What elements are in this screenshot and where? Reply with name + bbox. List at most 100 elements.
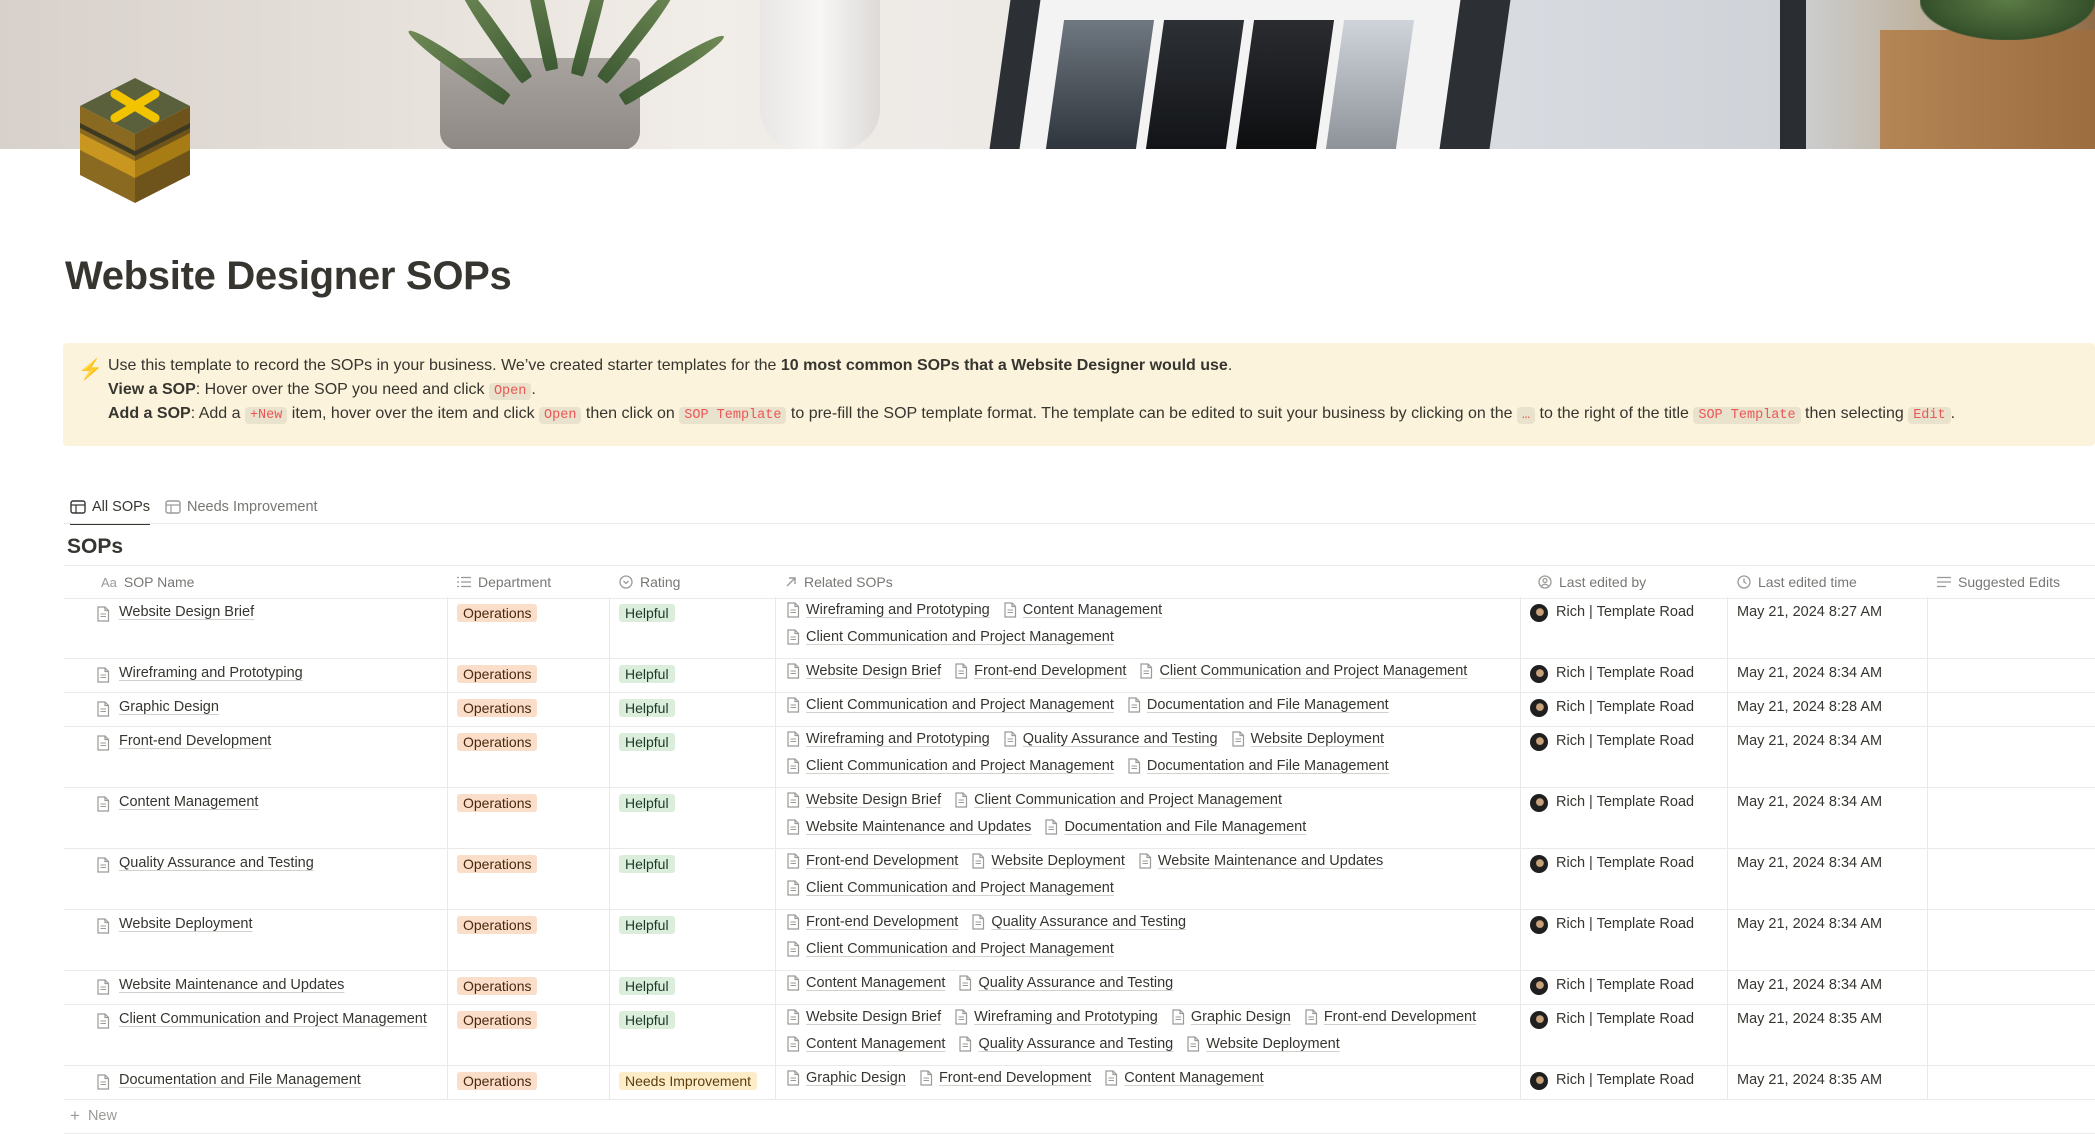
sop-name-cell[interactable]: Quality Assurance and Testing [96,848,446,909]
related-sop-link[interactable]: Website Design Brief [786,792,941,808]
sop-name[interactable]: Website Deployment [119,916,253,932]
department-cell[interactable]: Operations [447,726,609,787]
related-sop-link[interactable]: Website Design Brief [786,663,941,679]
sop-name-cell[interactable]: Wireframing and Prototyping [96,658,446,692]
related-sops-cell[interactable]: Website Design Brief Client Communication… [775,787,1520,848]
table-row[interactable]: Website Deployment Operations Helpful Front… [64,909,2095,971]
related-sops-cell[interactable]: Wireframing and Prototyping Quality Assur… [775,726,1520,787]
sop-name-cell[interactable]: Content Management [96,787,446,848]
sop-name[interactable]: Documentation and File Management [119,1072,361,1088]
related-sop-link[interactable]: Website Deployment [1231,731,1384,747]
related-sops-cell[interactable]: Wireframing and Prototyping Content Manag… [775,597,1520,658]
sop-name-cell[interactable]: Documentation and File Management [96,1065,446,1099]
related-sops-cell[interactable]: Website Design Brief Wireframing and Prot… [775,1004,1520,1065]
department-cell[interactable]: Operations [447,909,609,970]
department-cell[interactable]: Operations [447,848,609,909]
suggested-edits-cell[interactable] [1927,909,2095,970]
related-sop-link[interactable]: Client Communication and Project Managem… [786,629,1114,645]
suggested-edits-cell[interactable] [1927,970,2095,1004]
table-row[interactable]: Wireframing and Prototyping Operations Hel… [64,658,2095,693]
related-sop-link[interactable]: Wireframing and Prototyping [786,602,990,618]
sop-name[interactable]: Client Communication and Project Managem… [119,1011,427,1027]
related-sop-link[interactable]: Client Communication and Project Managem… [786,941,1114,957]
related-sop-link[interactable]: Quality Assurance and Testing [958,1036,1173,1052]
sop-name-cell[interactable]: Website Deployment [96,909,446,970]
related-sop-link[interactable]: Website Maintenance and Updates [786,819,1031,835]
suggested-edits-cell[interactable] [1927,597,2095,658]
sop-name[interactable]: Quality Assurance and Testing [119,855,314,871]
sop-name[interactable]: Wireframing and Prototyping [119,665,303,681]
suggested-edits-cell[interactable] [1927,848,2095,909]
suggested-edits-cell[interactable] [1927,692,2095,726]
department-cell[interactable]: Operations [447,1004,609,1065]
sop-name[interactable]: Website Design Brief [119,604,254,620]
related-sops-cell[interactable]: Content Management Quality Assurance and … [775,970,1520,1004]
table-row[interactable]: Documentation and File Management Operati… [64,1065,2095,1100]
related-sop-link[interactable]: Front-end Development [786,914,958,930]
related-sop-link[interactable]: Documentation and File Management [1127,697,1389,713]
add-new-row-button[interactable]: + New [64,1099,117,1133]
department-cell[interactable]: Operations [447,658,609,692]
related-sop-link[interactable]: Documentation and File Management [1044,819,1306,835]
rating-cell[interactable]: Helpful [609,658,775,692]
related-sop-link[interactable]: Client Communication and Project Managem… [786,758,1114,774]
department-cell[interactable]: Operations [447,970,609,1004]
related-sop-link[interactable]: Front-end Development [919,1070,1091,1086]
related-sop-link[interactable]: Client Communication and Project Managem… [954,792,1282,808]
sop-name-cell[interactable]: Front-end Development [96,726,446,787]
related-sop-link[interactable]: Documentation and File Management [1127,758,1389,774]
column-header-department[interactable]: Department [447,566,607,598]
database-title[interactable]: SOPs [67,535,123,559]
sop-name-cell[interactable]: Client Communication and Project Managem… [96,1004,446,1065]
related-sops-cell[interactable]: Front-end Development Website Deployment W… [775,848,1520,909]
table-row[interactable]: Front-end Development Operations Helpful Wi… [64,726,2095,788]
related-sop-link[interactable]: Graphic Design [786,1070,906,1086]
related-sop-link[interactable]: Quality Assurance and Testing [1003,731,1218,747]
tab-all-sops[interactable]: All SOPs [70,490,151,525]
cover-image[interactable] [0,0,2095,149]
column-header-rating[interactable]: Rating [609,566,775,598]
related-sop-link[interactable]: Website Design Brief [786,1009,941,1025]
rating-cell[interactable]: Helpful [609,1004,775,1065]
related-sop-link[interactable]: Quality Assurance and Testing [958,975,1173,991]
related-sop-link[interactable]: Client Communication and Project Managem… [786,880,1114,896]
sop-name[interactable]: Front-end Development [119,733,271,749]
column-header-last-edited-by[interactable]: Last edited by [1528,566,1728,598]
related-sops-cell[interactable]: Front-end Development Quality Assurance a… [775,909,1520,970]
column-header-suggested-edits[interactable]: Suggested Edits [1927,566,2095,598]
related-sops-cell[interactable]: Website Design Brief Front-end Developmen… [775,658,1520,692]
related-sop-link[interactable]: Graphic Design [1171,1009,1291,1025]
rating-cell[interactable]: Helpful [609,726,775,787]
department-cell[interactable]: Operations [447,597,609,658]
column-header-related-sops[interactable]: Related SOPs [775,566,1515,598]
department-cell[interactable]: Operations [447,692,609,726]
related-sops-cell[interactable]: Graphic Design Front-end Development Conte… [775,1065,1520,1099]
sop-name[interactable]: Website Maintenance and Updates [119,977,344,993]
table-row[interactable]: Quality Assurance and Testing Operations H… [64,848,2095,910]
related-sop-link[interactable]: Content Management [786,975,945,991]
related-sop-link[interactable]: Content Management [1003,602,1162,618]
table-row[interactable]: Client Communication and Project Managem… [64,1004,2095,1066]
page-icon[interactable] [80,78,190,203]
related-sop-link[interactable]: Content Management [786,1036,945,1052]
related-sop-link[interactable]: Website Deployment [1186,1036,1340,1052]
column-header-last-edited-time[interactable]: Last edited time [1727,566,1927,598]
related-sop-link[interactable]: Content Management [1104,1070,1264,1086]
related-sop-link[interactable]: Wireframing and Prototyping [786,731,990,747]
related-sop-link[interactable]: Client Communication and Project Managem… [786,697,1114,713]
department-cell[interactable]: Operations [447,787,609,848]
related-sop-link[interactable]: Front-end Development [1304,1009,1476,1025]
table-row[interactable]: Website Design Brief Operations Helpful Wir… [64,597,2095,659]
table-row[interactable]: Graphic Design Operations Helpful Client Co… [64,692,2095,727]
rating-cell[interactable]: Helpful [609,970,775,1004]
department-cell[interactable]: Operations [447,1065,609,1099]
suggested-edits-cell[interactable] [1927,1004,2095,1065]
sop-name-cell[interactable]: Website Maintenance and Updates [96,970,446,1004]
related-sop-link[interactable]: Wireframing and Prototyping [954,1009,1158,1025]
suggested-edits-cell[interactable] [1927,658,2095,692]
related-sop-link[interactable]: Front-end Development [954,663,1126,679]
sop-name-cell[interactable]: Website Design Brief [96,597,446,658]
related-sop-link[interactable]: Website Maintenance and Updates [1138,853,1383,869]
sop-name[interactable]: Graphic Design [119,699,219,715]
related-sops-cell[interactable]: Client Communication and Project Managem… [775,692,1520,726]
